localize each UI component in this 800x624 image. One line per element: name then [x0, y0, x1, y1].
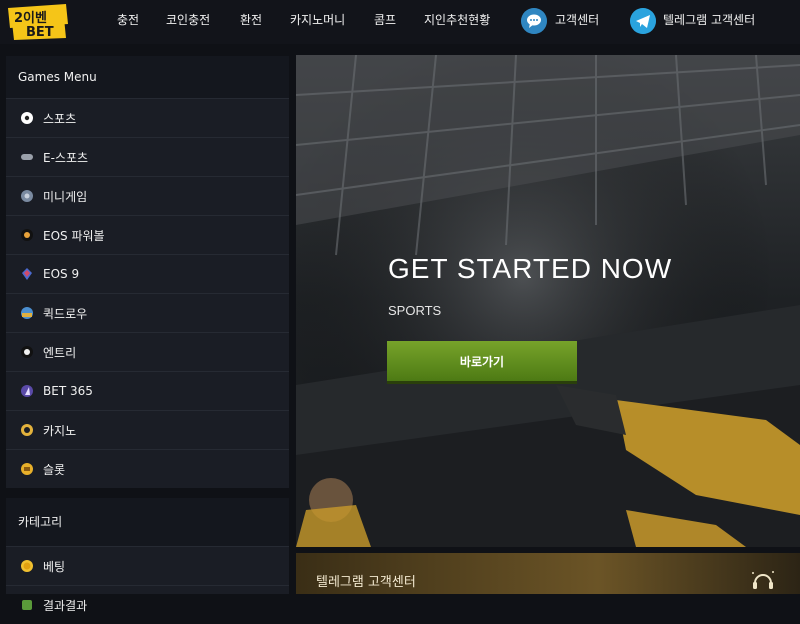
chat-support-icon[interactable] — [521, 8, 547, 34]
gamepad-icon — [21, 154, 33, 160]
banner-title: 텔레그램 고객센터 — [316, 575, 416, 590]
slot-icon — [21, 463, 33, 475]
sidebar-item-betting[interactable]: 베팅 — [6, 546, 289, 585]
sidebar-item-quickdraw[interactable]: 퀵드로우 — [6, 293, 289, 332]
main-nav: 충전 코인충전 환전 카지노머니 콤프 지인추천현황 고객센터 텔레그램 고객센… — [0, 0, 800, 44]
hero-banner: GET STARTED NOW SPORTS 바로가기 — [296, 55, 800, 547]
nav-coin-deposit[interactable]: 코인충전 — [166, 0, 210, 40]
bet365-icon — [21, 385, 33, 397]
sidebar-item-label: 슬롯 — [43, 462, 66, 477]
soccer-ball-icon — [21, 112, 33, 124]
hero-subtitle: SPORTS — [388, 303, 442, 318]
casino-chip-icon — [21, 424, 33, 436]
mini-game-icon — [21, 190, 33, 202]
stadium-background-image — [296, 55, 800, 547]
sidebar-item-label: 결과결과 — [43, 598, 88, 613]
sidebar-item-label: 엔트리 — [43, 345, 77, 360]
sidebar-item-label: 퀵드로우 — [43, 306, 88, 321]
nav-telegram-support[interactable]: 텔레그램 고객센터 — [663, 0, 755, 40]
result-icon — [22, 600, 32, 610]
nav-withdraw[interactable]: 환전 — [240, 0, 262, 40]
eos-icon — [22, 268, 32, 280]
top-navigation-bar: 2이벤 BET 충전 코인충전 환전 카지노머니 콤프 지인추천현황 고객센터 … — [0, 0, 800, 44]
telegram-support-banner[interactable]: 텔레그램 고객센터 — [296, 553, 800, 594]
nav-comp[interactable]: 콤프 — [374, 0, 396, 40]
coin-icon — [21, 560, 33, 572]
sidebar-item-label: EOS 파워볼 — [43, 228, 105, 243]
sidebar-divider — [6, 488, 289, 498]
hero-title: GET STARTED NOW — [388, 253, 673, 284]
sidebar-item-eos9[interactable]: EOS 9 — [6, 254, 289, 293]
nav-casino-money[interactable]: 카지노머니 — [290, 0, 345, 40]
category-header: 카테고리 — [6, 498, 289, 546]
sidebar-item-label: BET 365 — [43, 384, 93, 398]
sidebar-item-label: E-스포츠 — [43, 150, 89, 165]
sidebar-item-slot[interactable]: 슬롯 — [6, 449, 289, 488]
sidebar-item-bet365[interactable]: BET 365 — [6, 371, 289, 410]
go-now-button[interactable]: 바로가기 — [387, 341, 577, 381]
sidebar-item-entry[interactable]: 엔트리 — [6, 332, 289, 371]
quickdraw-icon — [21, 307, 33, 319]
sidebar-item-label: EOS 9 — [43, 267, 80, 281]
headset-icon — [752, 571, 774, 589]
powerball-icon — [21, 229, 33, 241]
sidebar-item-eos-powerball[interactable]: EOS 파워볼 — [6, 215, 289, 254]
sidebar-item-results[interactable]: 결과결과 — [6, 585, 289, 624]
sidebar-item-label: 미니게임 — [43, 189, 88, 204]
sidebar-item-label: 스포츠 — [43, 111, 77, 126]
games-sidebar: Games Menu 스포츠 E-스포츠 미니게임 EOS 파워볼 EOS 9 — [6, 56, 289, 613]
nav-customer-center[interactable]: 고객센터 — [555, 0, 599, 40]
entry-ball-icon — [21, 346, 33, 358]
sidebar-item-label: 카지노 — [43, 423, 77, 438]
games-menu-header: Games Menu — [6, 56, 289, 98]
telegram-icon[interactable] — [630, 8, 656, 34]
sidebar-item-casino[interactable]: 카지노 — [6, 410, 289, 449]
sidebar-item-label: 베팅 — [43, 559, 66, 574]
sidebar-item-sports[interactable]: 스포츠 — [6, 98, 289, 137]
sidebar-item-esports[interactable]: E-스포츠 — [6, 137, 289, 176]
nav-referral-status[interactable]: 지인추천현황 — [424, 0, 490, 40]
sidebar-item-minigame[interactable]: 미니게임 — [6, 176, 289, 215]
nav-deposit[interactable]: 충전 — [117, 0, 139, 40]
